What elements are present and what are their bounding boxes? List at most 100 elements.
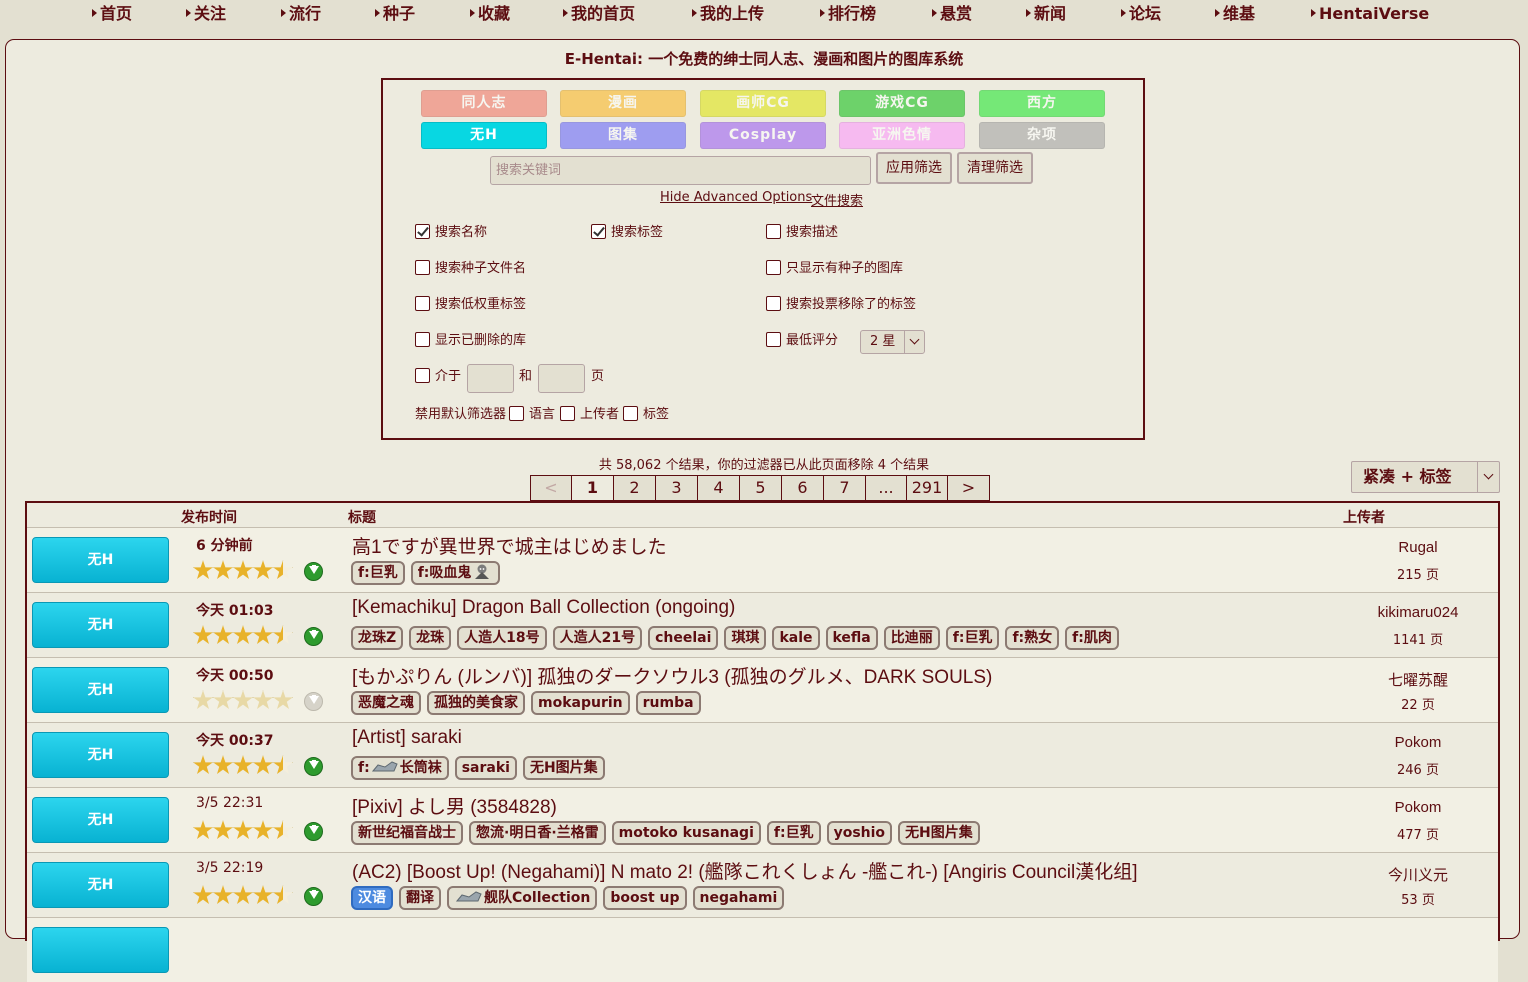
page-button[interactable]: 7 — [824, 476, 866, 500]
tag-item[interactable]: 人造人18号 — [457, 626, 547, 650]
tag-item[interactable]: cheelai — [648, 626, 719, 650]
disable-language-filter-checkbox[interactable] — [509, 406, 524, 421]
search-desc-checkbox[interactable] — [766, 224, 781, 239]
torrent-download-icon[interactable] — [304, 562, 323, 581]
category-button-2[interactable]: 画师CG — [700, 90, 826, 117]
tag-item[interactable]: 翻译 — [399, 886, 441, 910]
search-name-checkbox[interactable] — [415, 224, 430, 239]
disable-uploader-filter-checkbox[interactable] — [560, 406, 575, 421]
torrent-download-icon[interactable] — [304, 757, 323, 776]
tag-item[interactable]: f:肌肉 — [1065, 626, 1119, 650]
page-range-checkbox[interactable] — [415, 368, 430, 383]
category-button-7[interactable]: Cosplay — [700, 122, 826, 149]
only-torrent-checkbox[interactable] — [766, 260, 781, 275]
tag-item[interactable]: 人造人21号 — [552, 626, 643, 650]
tag-item[interactable]: boost up — [603, 886, 687, 910]
gallery-title-link[interactable]: 高1ですが異世界で城主はじめました — [352, 532, 667, 559]
show-expunged-checkbox[interactable] — [415, 332, 430, 347]
uploader-link[interactable]: Rugal — [1338, 539, 1498, 556]
gallery-title-link[interactable]: (AC2) [Boost Up! (Negahami)] N mato 2! (… — [352, 857, 1138, 884]
category-button-1[interactable]: 漫画 — [560, 90, 686, 117]
tag-item[interactable]: kale — [772, 626, 820, 650]
nav-link-8[interactable]: 悬赏 — [932, 3, 972, 25]
category-badge[interactable]: 无H — [32, 602, 169, 648]
category-badge[interactable]: 无H — [32, 667, 169, 713]
category-badge[interactable]: 无H — [32, 862, 169, 908]
page-button[interactable]: ... — [866, 476, 907, 500]
clear-filter-button[interactable]: 清理筛选 — [957, 152, 1033, 184]
page-button[interactable]: 6 — [782, 476, 824, 500]
nav-link-6[interactable]: 我的上传 — [692, 3, 764, 25]
category-badge[interactable]: 无H — [32, 537, 169, 583]
nav-link-1[interactable]: 关注 — [186, 3, 226, 25]
nav-link-3[interactable]: 种子 — [375, 3, 415, 25]
nav-link-0[interactable]: 首页 — [92, 3, 132, 25]
page-button[interactable]: 1 — [572, 476, 614, 500]
tag-item[interactable]: motoko kusanagi — [611, 821, 761, 845]
category-button-5[interactable]: 无H — [421, 122, 547, 149]
search-torrent-checkbox[interactable] — [415, 260, 430, 275]
max-pages-input[interactable] — [538, 364, 585, 393]
tag-item[interactable]: f:巨乳 — [351, 561, 405, 585]
nav-link-12[interactable]: HentaiVerse — [1311, 3, 1429, 25]
tag-item[interactable]: 无H图片集 — [898, 821, 980, 845]
tag-item[interactable]: 舰队Collection — [447, 886, 598, 910]
min-pages-input[interactable] — [467, 364, 514, 393]
uploader-link[interactable]: 七曜苏醒 — [1338, 669, 1498, 690]
uploader-link[interactable]: Pokom — [1338, 799, 1498, 816]
page-button[interactable]: 4 — [698, 476, 740, 500]
tag-item[interactable]: mokapurin — [531, 691, 630, 715]
disable-tags-filter-checkbox[interactable] — [623, 406, 638, 421]
tag-item[interactable]: f:巨乳 — [766, 821, 821, 845]
tag-item[interactable]: 新世纪福音战士 — [351, 821, 463, 845]
tag-item[interactable]: f:吸血鬼 — [410, 561, 501, 585]
uploader-link[interactable]: kikimaru024 — [1338, 604, 1498, 621]
nav-link-5[interactable]: 我的首页 — [563, 3, 635, 25]
tag-item[interactable]: 比迪丽 — [883, 626, 940, 650]
uploader-link[interactable]: Pokom — [1338, 734, 1498, 751]
display-mode-select[interactable]: 紧凑 + 标签 — [1351, 461, 1500, 493]
gallery-title-link[interactable]: [Artist] saraki — [352, 727, 462, 749]
category-button-8[interactable]: 亚洲色情 — [839, 122, 965, 149]
category-badge[interactable] — [32, 927, 169, 973]
category-badge[interactable]: 无H — [32, 797, 169, 843]
page-button[interactable]: 2 — [614, 476, 656, 500]
tag-item[interactable]: 汉语 — [351, 886, 393, 910]
torrent-download-icon[interactable] — [304, 627, 323, 646]
category-button-6[interactable]: 图集 — [560, 122, 686, 149]
nav-link-11[interactable]: 维基 — [1215, 3, 1255, 25]
tag-item[interactable]: 恶魔之魂 — [351, 691, 421, 715]
min-rating-select[interactable]: 2 星 — [860, 330, 925, 354]
min-rating-checkbox[interactable] — [766, 332, 781, 347]
uploader-link[interactable]: 今川义元 — [1338, 864, 1498, 885]
gallery-title-link[interactable]: [もかぷりん (ルンバ)] 孤独のダークソウル3 (孤独のグルメ、DARK SO… — [352, 662, 992, 689]
tag-item[interactable]: 无H图片集 — [522, 756, 605, 780]
gallery-title-link[interactable]: [Kemachiku] Dragon Ball Collection (ongo… — [352, 597, 735, 619]
page-button[interactable]: 3 — [656, 476, 698, 500]
category-button-9[interactable]: 杂项 — [979, 122, 1105, 149]
nav-link-2[interactable]: 流行 — [281, 3, 321, 25]
tag-item[interactable]: negahami — [692, 886, 785, 910]
search-input[interactable] — [490, 156, 871, 185]
low-power-tags-checkbox[interactable] — [415, 296, 430, 311]
page-button[interactable]: 291 — [907, 476, 948, 500]
page-button[interactable]: 5 — [740, 476, 782, 500]
file-search-link[interactable]: 文件搜索 — [811, 190, 863, 209]
tag-item[interactable]: 龙珠Z — [351, 626, 404, 650]
category-button-3[interactable]: 游戏CG — [839, 90, 965, 117]
downvoted-tags-checkbox[interactable] — [766, 296, 781, 311]
tag-item[interactable]: kefla — [825, 626, 878, 650]
tag-item[interactable]: f: 长筒袜 — [351, 756, 449, 780]
tag-item[interactable]: 龙珠 — [409, 626, 452, 650]
tag-item[interactable]: 惣流·明日香·兰格雷 — [469, 821, 606, 845]
category-button-0[interactable]: 同人志 — [421, 90, 547, 117]
torrent-download-icon[interactable] — [304, 822, 323, 841]
tag-item[interactable]: 孤独的美食家 — [427, 691, 525, 715]
tag-item[interactable]: rumba — [635, 691, 701, 715]
tag-item[interactable]: f:巨乳 — [945, 626, 1000, 650]
prev-page-button[interactable]: < — [531, 476, 572, 500]
tag-item[interactable]: f:熟女 — [1005, 626, 1060, 650]
hide-advanced-options-link[interactable]: Hide Advanced Options — [660, 190, 812, 205]
tag-item[interactable]: saraki — [454, 756, 517, 780]
category-badge[interactable]: 无H — [32, 732, 169, 778]
